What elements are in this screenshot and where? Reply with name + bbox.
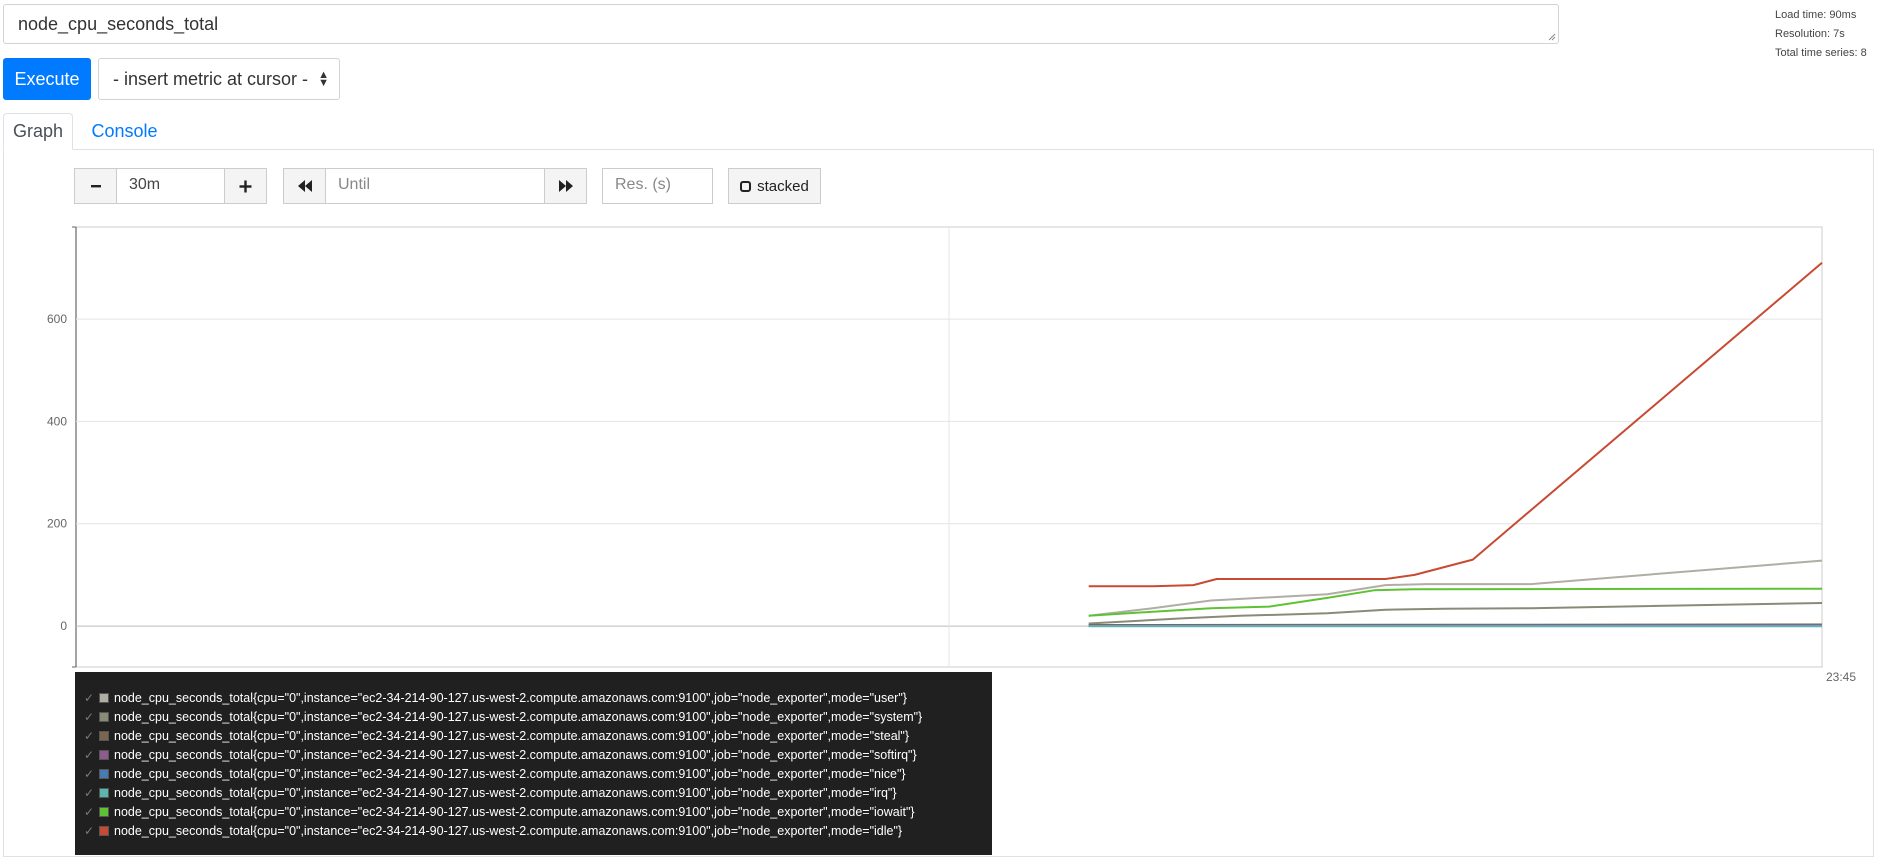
legend-color-swatch xyxy=(99,692,109,703)
checkmark-icon: ✓ xyxy=(84,690,95,705)
checkmark-icon: ✓ xyxy=(84,728,95,743)
legend-color-swatch xyxy=(99,825,109,836)
legend-item[interactable]: ✓ node_cpu_seconds_total{cpu="0",instance… xyxy=(84,802,992,821)
checkmark-icon: ✓ xyxy=(84,747,95,762)
legend-color-swatch xyxy=(99,749,109,760)
checkmark-icon: ✓ xyxy=(84,823,95,838)
legend-label: node_cpu_seconds_total{cpu="0",instance=… xyxy=(114,823,903,838)
tab-graph[interactable]: Graph xyxy=(3,113,73,150)
legend-label: node_cpu_seconds_total{cpu="0",instance=… xyxy=(114,747,917,762)
x-tick-label: 23:45 xyxy=(1826,670,1856,684)
checkmark-icon: ✓ xyxy=(84,709,95,724)
legend-label: node_cpu_seconds_total{cpu="0",instance=… xyxy=(114,766,906,781)
legend-item[interactable]: ✓ node_cpu_seconds_total{cpu="0",instance… xyxy=(84,707,992,726)
y-tick-label: 600 xyxy=(47,312,67,326)
checkmark-icon: ✓ xyxy=(84,785,95,800)
legend-item[interactable]: ✓ node_cpu_seconds_total{cpu="0",instance… xyxy=(84,688,992,707)
legend-color-swatch xyxy=(99,806,109,817)
legend-item[interactable]: ✓ node_cpu_seconds_total{cpu="0",instance… xyxy=(84,726,992,745)
legend-item[interactable]: ✓ node_cpu_seconds_total{cpu="0",instance… xyxy=(84,783,992,802)
legend-label: node_cpu_seconds_total{cpu="0",instance=… xyxy=(114,709,923,724)
legend-item[interactable]: ✓ node_cpu_seconds_total{cpu="0",instance… xyxy=(84,821,992,840)
checkmark-icon: ✓ xyxy=(84,804,95,819)
y-tick-label: 200 xyxy=(47,517,67,531)
legend-color-swatch xyxy=(99,711,109,722)
legend-label: node_cpu_seconds_total{cpu="0",instance=… xyxy=(114,804,915,819)
legend-label: node_cpu_seconds_total{cpu="0",instance=… xyxy=(114,785,897,800)
legend-label: node_cpu_seconds_total{cpu="0",instance=… xyxy=(114,728,910,743)
legend-item[interactable]: ✓ node_cpu_seconds_total{cpu="0",instance… xyxy=(84,745,992,764)
legend-color-swatch xyxy=(99,787,109,798)
y-tick-label: 400 xyxy=(47,414,67,428)
legend-color-swatch xyxy=(99,730,109,741)
y-tick-label: 0 xyxy=(60,619,67,633)
chart-legend: ✓ node_cpu_seconds_total{cpu="0",instance… xyxy=(75,672,992,855)
checkmark-icon: ✓ xyxy=(84,766,95,781)
legend-item[interactable]: ✓ node_cpu_seconds_total{cpu="0",instance… xyxy=(84,764,992,783)
series-line-1 xyxy=(1088,602,1823,625)
series-line-7 xyxy=(1088,262,1823,588)
legend-color-swatch xyxy=(99,768,109,779)
legend-label: node_cpu_seconds_total{cpu="0",instance=… xyxy=(114,690,907,705)
